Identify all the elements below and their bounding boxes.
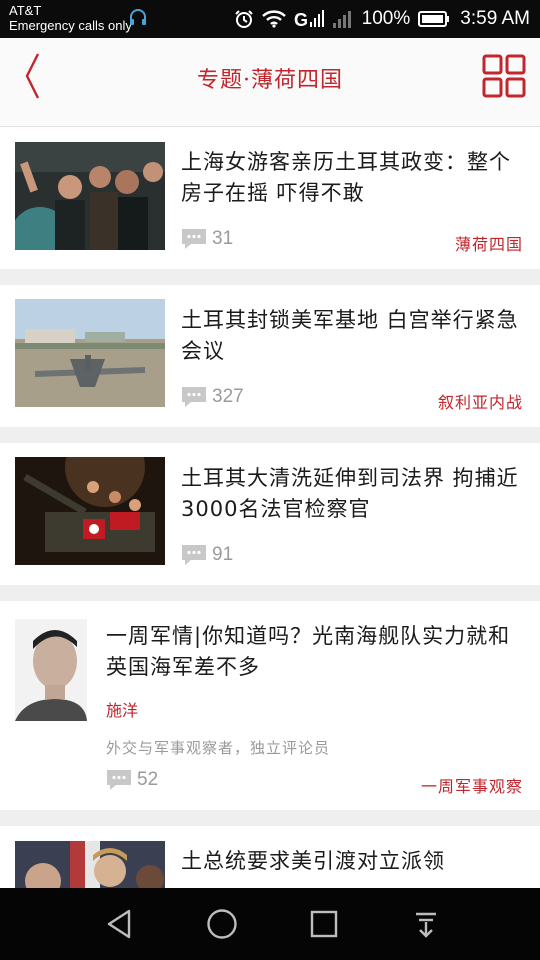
article-card[interactable]: 土总统要求美引渡对立派领 [0, 826, 540, 888]
article-card[interactable]: 土耳其封锁美军基地 白宫举行紧急会议 327 叙利亚内战 [0, 285, 540, 427]
article-card[interactable]: 上海女游客亲历土耳其政变：整个房子在摇 吓得不敢 31 薄荷四国 [0, 127, 540, 269]
comment-icon [182, 387, 206, 407]
triangle-back-icon [107, 909, 131, 939]
comment-count-value: 52 [137, 769, 159, 790]
status-bar: AT&T Emergency calls only G 100% 3:59 AM [0, 0, 540, 38]
app-header: 专题·薄荷四国 [0, 38, 540, 127]
nav-notifications-button[interactable] [408, 906, 444, 942]
nav-back-button[interactable] [102, 906, 138, 942]
article-title: 上海女游客亲历土耳其政变：整个房子在摇 吓得不敢 [181, 150, 511, 205]
headset-icon [128, 8, 148, 28]
comment-count[interactable]: 52 [106, 769, 158, 791]
system-nav-bar [0, 888, 540, 960]
battery-icon [418, 10, 450, 28]
article-feed[interactable]: 上海女游客亲历土耳其政变：整个房子在摇 吓得不敢 31 薄荷四国 土耳其封锁美军… [0, 127, 540, 888]
signal-g-icon: G [294, 9, 324, 29]
battery-percent: 100% [361, 8, 411, 29]
emergency-label: Emergency calls only [9, 18, 132, 33]
pull-down-icon [416, 912, 436, 938]
article-title: 土耳其封锁美军基地 白宫举行紧急会议 [181, 308, 519, 363]
topic-tag[interactable]: 薄荷四国 [455, 231, 523, 255]
signal-bars-icon [332, 10, 354, 28]
topic-tag[interactable]: 叙利亚内战 [438, 389, 523, 413]
clock: 3:59 AM [460, 8, 530, 29]
author-article-card[interactable]: 一周军情|你知道吗？光南海舰队实力就和英国海军差不多 施洋 外交与军事观察者，独… [0, 601, 540, 810]
comment-count-value: 327 [212, 386, 244, 407]
circle-home-icon [207, 909, 237, 939]
carrier-label: AT&T [9, 3, 42, 18]
comment-count-value: 31 [212, 228, 234, 249]
page-title: 专题·薄荷四国 [197, 68, 343, 93]
article-thumbnail [15, 299, 165, 407]
svg-text:G: G [294, 10, 308, 29]
nav-recents-button[interactable] [306, 906, 342, 942]
author-description: 外交与军事观察者，独立评论员 [106, 739, 331, 757]
article-thumbnail [15, 457, 165, 565]
comment-icon [107, 770, 131, 790]
article-thumbnail [15, 841, 165, 888]
comment-count-value: 91 [212, 544, 234, 565]
article-title: 一周军情|你知道吗？光南海舰队实力就和英国海军差不多 [106, 624, 511, 679]
square-recents-icon [310, 910, 338, 938]
comment-icon [182, 229, 206, 249]
status-right: G 100% 3:59 AM [234, 0, 530, 38]
comment-count[interactable]: 31 [181, 228, 233, 250]
nav-home-button[interactable] [204, 906, 240, 942]
article-title: 土总统要求美引渡对立派领 [181, 849, 445, 873]
grid-icon [482, 54, 526, 98]
status-left: AT&T Emergency calls only [9, 3, 132, 33]
avatar [15, 619, 87, 721]
article-title: 土耳其大清洗延伸到司法界 拘捕近3000名法官检察官 [181, 466, 519, 521]
comment-icon [182, 545, 206, 565]
topic-tag[interactable]: 一周军事观察 [421, 773, 523, 797]
article-card[interactable]: 土耳其大清洗延伸到司法界 拘捕近3000名法官检察官 91 [0, 443, 540, 585]
article-thumbnail [15, 142, 165, 250]
grid-menu-button[interactable] [482, 54, 526, 98]
alarm-icon [234, 9, 254, 29]
comment-count[interactable]: 91 [181, 544, 233, 566]
wifi-icon [261, 10, 286, 28]
author-name[interactable]: 施洋 [106, 697, 138, 721]
comment-count[interactable]: 327 [181, 386, 244, 408]
